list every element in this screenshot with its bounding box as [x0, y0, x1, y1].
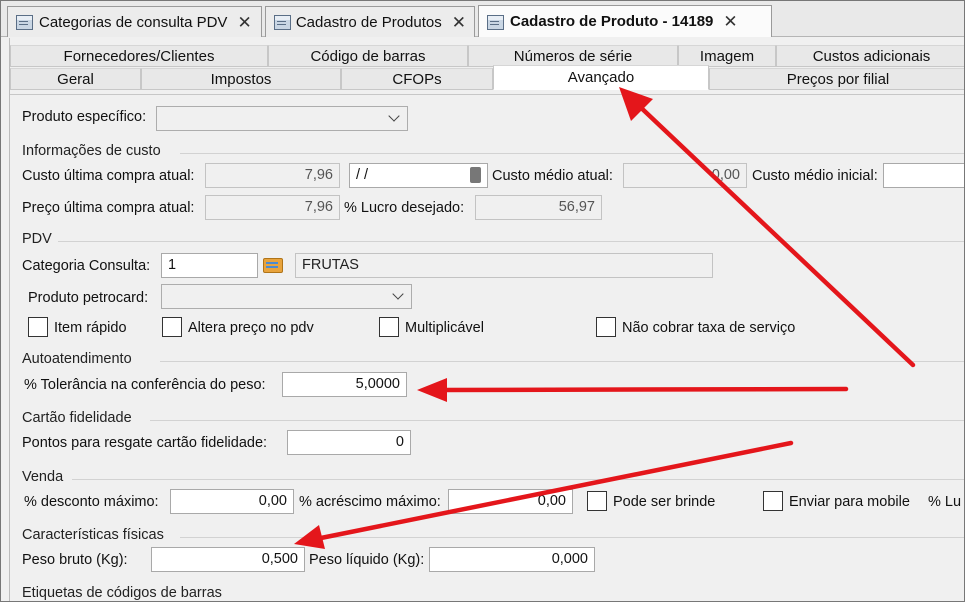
close-icon[interactable]: ✕ — [237, 14, 251, 31]
group-divider — [180, 153, 964, 154]
informacoes-custo-title: Informações de custo — [22, 143, 161, 159]
tab-numeros-serie[interactable]: Números de série — [468, 45, 678, 67]
group-divider — [150, 420, 964, 421]
tab-precos-por-filial[interactable]: Preços por filial — [709, 68, 964, 90]
group-divider — [58, 241, 964, 242]
produto-petrocard-select[interactable] — [161, 284, 412, 309]
etiquetas-title: Etiquetas de códigos de barras — [22, 585, 222, 601]
cartao-fidelidade-title: Cartão fidelidade — [22, 410, 132, 426]
desconto-maximo-label: % desconto máximo: — [24, 494, 159, 510]
group-divider — [72, 479, 964, 480]
multiplicavel-label: Multiplicável — [405, 320, 484, 336]
tab-custos-adicionais[interactable]: Custos adicionais — [776, 45, 964, 67]
close-icon[interactable]: ✕ — [452, 14, 466, 31]
tolerancia-peso-label: % Tolerância na conferência do peso: — [24, 377, 266, 393]
tab-codigo-barras[interactable]: Código de barras — [268, 45, 468, 67]
custo-medio-inicial-label: Custo médio inicial: — [752, 168, 878, 184]
lucro-desejado-label: % Lucro desejado: — [344, 200, 465, 216]
custo-medio-inicial-field[interactable] — [883, 163, 964, 188]
truncated-label: % Lu — [928, 494, 962, 510]
tab-impostos[interactable]: Impostos — [141, 68, 341, 90]
autoatendimento-title: Autoatendimento — [22, 351, 132, 367]
altera-preco-checkbox[interactable] — [162, 317, 182, 337]
doc-tab-cadastro-produto[interactable]: Cadastro de Produto - 14189 ✕ — [478, 5, 772, 37]
categoria-consulta-field[interactable]: 1 — [161, 253, 258, 278]
form-icon — [485, 13, 505, 31]
acrescimo-maximo-field[interactable]: 0,00 — [448, 489, 573, 514]
window-frame: Categorias de consulta PDV ✕ Cadastro de… — [0, 0, 965, 602]
pode-ser-brinde-checkbox[interactable] — [587, 491, 607, 511]
property-tabs-row-2: Geral Impostos CFOPs Avançado Preços por… — [10, 65, 964, 90]
form-icon — [14, 13, 34, 31]
property-tabs-row-1: Fornecedores/Clientes Código de barras N… — [10, 45, 964, 67]
multiplicavel-checkbox[interactable] — [379, 317, 399, 337]
pontos-resgate-label: Pontos para resgate cartão fidelidade: — [22, 435, 268, 451]
caracteristicas-fisicas-title: Características físicas — [22, 527, 164, 543]
calendar-icon[interactable] — [470, 167, 481, 183]
tab-imagem[interactable]: Imagem — [678, 45, 776, 67]
tab-fornecedores-clientes[interactable]: Fornecedores/Clientes — [10, 45, 268, 67]
form-content: Fornecedores/Clientes Código de barras N… — [9, 38, 964, 601]
pdv-title: PDV — [22, 231, 52, 247]
peso-bruto-label: Peso bruto (Kg): — [22, 552, 128, 568]
tab-avancado[interactable]: Avançado — [493, 65, 709, 90]
produto-petrocard-label: Produto petrocard: — [28, 290, 149, 306]
preco-ultima-compra-field[interactable]: 7,96 — [205, 195, 340, 220]
peso-liquido-field[interactable]: 0,000 — [429, 547, 595, 572]
nao-cobrar-taxa-label: Não cobrar taxa de serviço — [622, 320, 796, 336]
peso-bruto-field[interactable]: 0,500 — [151, 547, 305, 572]
doc-tab-categorias[interactable]: Categorias de consulta PDV ✕ — [7, 6, 262, 37]
acrescimo-maximo-label: % acréscimo máximo: — [299, 494, 441, 510]
chevron-down-icon — [392, 288, 404, 300]
altera-preco-label: Altera preço no pdv — [188, 320, 314, 336]
tab-geral[interactable]: Geral — [10, 68, 141, 90]
enviar-mobile-label: Enviar para mobile — [789, 494, 910, 510]
doc-tab-label: Categorias de consulta PDV — [39, 13, 228, 31]
custo-medio-atual-field[interactable]: 0,00 — [623, 163, 747, 188]
pode-ser-brinde-label: Pode ser brinde — [613, 494, 716, 510]
avancado-panel: Produto específico: Informações de custo… — [10, 94, 964, 601]
lucro-desejado-field[interactable]: 56,97 — [475, 195, 602, 220]
chevron-down-icon — [388, 110, 400, 122]
tab-cfops[interactable]: CFOPs — [341, 68, 493, 90]
peso-liquido-label: Peso líquido (Kg): — [309, 552, 425, 568]
custo-ultima-compra-label: Custo última compra atual: — [22, 168, 195, 184]
pontos-resgate-field[interactable]: 0 — [287, 430, 411, 455]
preco-ultima-compra-label: Preço última compra atual: — [22, 200, 195, 216]
date-value: / / — [356, 167, 369, 183]
tolerancia-peso-field[interactable]: 5,0000 — [282, 372, 407, 397]
produto-especifico-label: Produto específico: — [22, 109, 147, 125]
group-divider — [180, 537, 964, 538]
venda-title: Venda — [22, 469, 64, 485]
item-rapido-checkbox[interactable] — [28, 317, 48, 337]
custo-ultima-compra-field[interactable]: 7,96 — [205, 163, 340, 188]
custo-medio-atual-label: Custo médio atual: — [492, 168, 613, 184]
doc-tab-cadastro-produtos[interactable]: Cadastro de Produtos ✕ — [265, 6, 475, 37]
nao-cobrar-taxa-checkbox[interactable] — [596, 317, 616, 337]
document-tab-bar: Categorias de consulta PDV ✕ Cadastro de… — [1, 1, 964, 37]
lookup-icon[interactable] — [262, 255, 284, 275]
form-icon — [272, 13, 291, 31]
group-divider — [160, 361, 964, 362]
close-icon[interactable]: ✕ — [723, 13, 737, 30]
item-rapido-label: Item rápido — [54, 320, 127, 336]
categoria-consulta-label: Categoria Consulta: — [22, 258, 151, 274]
categoria-descricao-field: FRUTAS — [295, 253, 713, 278]
desconto-maximo-field[interactable]: 0,00 — [170, 489, 294, 514]
enviar-mobile-checkbox[interactable] — [763, 491, 783, 511]
doc-tab-label: Cadastro de Produto - 14189 — [510, 13, 714, 30]
produto-especifico-select[interactable] — [156, 106, 408, 131]
doc-tab-label: Cadastro de Produtos — [295, 13, 442, 31]
data-ultima-compra-field[interactable]: / / — [349, 163, 488, 188]
